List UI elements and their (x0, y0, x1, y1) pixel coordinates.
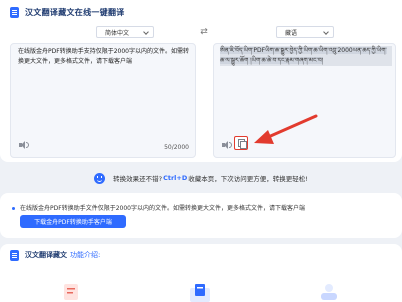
tip-shortcut: Ctrl+D (163, 174, 188, 182)
pointer-arrow (254, 114, 318, 144)
doc-icon (10, 6, 19, 18)
page-title: 汉文翻译藏文在线一键翻译 (25, 7, 125, 17)
feature-illustration (190, 284, 210, 302)
intro-title: 汉文翻译藏文 功能介绍: (25, 251, 101, 259)
doc-icon (10, 249, 19, 261)
intro-header: 汉文翻译藏文 功能介绍: (10, 249, 100, 261)
bullet-dot (12, 207, 15, 210)
translator-page: 汉文翻译藏文在线一键翻译 简体中文 ⇄ 藏语 在线版金舟PDF转换助手支持仅限于… (0, 0, 402, 302)
download-client-button[interactable]: 下载金舟PDF转换助手客户端 (20, 215, 126, 228)
swap-icon[interactable]: ⇄ (199, 27, 209, 37)
target-text-output: ཨིན་ཇི་བོད་ཡིག་PDFཡིག་ཆ་སྒྱུར་བྱེད་ཀྱི་ཡ… (220, 46, 392, 66)
target-language-select[interactable]: 藏语 (276, 26, 334, 38)
target-text-selection: ཨིན་ཇི་བོད་ཡིག་PDFཡིག་ཆ་སྒྱུར་བྱེད་ཀྱི་ཡ… (220, 47, 387, 64)
source-text-input[interactable]: 在线版金舟PDF转换助手支持仅限于2000字以内的文件。如需转换更大文件，更多格… (18, 47, 190, 67)
feature-illustration (321, 284, 337, 300)
speaker-icon[interactable] (19, 141, 29, 149)
page-header: 汉文翻译藏文在线一键翻译 (10, 5, 125, 19)
source-language-label: 简体中文 (105, 29, 130, 37)
feature-illustration (64, 284, 78, 300)
tip-suffix: 收藏本页，下次访问更方便，转换更轻松! (188, 175, 308, 183)
copy-icon (237, 139, 247, 149)
bookmark-tip: 转换效果还不错? Ctrl+D 收藏本页，下次访问更方便，转换更轻松! (0, 168, 402, 188)
copy-button[interactable] (234, 136, 248, 150)
promo-text: 在线版金舟PDF转换助手文件仅限于2000字以内的文件。如需转换更大文件，更多格… (20, 205, 305, 212)
char-count: 50/2000 (164, 144, 189, 151)
tip-prefix: 转换效果还不错? (113, 175, 163, 183)
speaker-icon[interactable] (222, 141, 232, 149)
target-language-label: 藏语 (285, 29, 298, 37)
source-language-select[interactable]: 简体中文 (96, 26, 154, 38)
chevron-down-icon (323, 29, 329, 35)
chevron-down-icon (143, 29, 149, 35)
smile-icon (94, 172, 106, 184)
source-panel[interactable]: 在线版金舟PDF转换助手支持仅限于2000字以内的文件。如需转换更大文件，更多格… (10, 43, 196, 158)
